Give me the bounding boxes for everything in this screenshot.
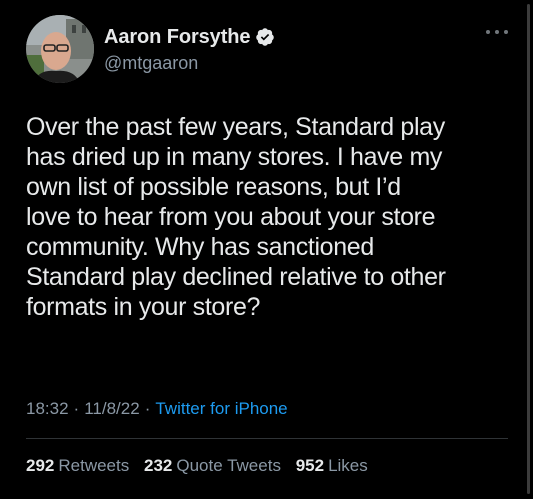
tweet-time[interactable]: 18:32 — [26, 399, 69, 418]
quote-tweets-stat[interactable]: 232 Quote Tweets — [144, 456, 281, 475]
meta-separator: · — [73, 399, 80, 418]
quote-tweets-count: 232 — [143, 456, 173, 475]
likes-count: 952 — [295, 456, 325, 475]
avatar[interactable] — [26, 15, 94, 83]
tweet-date[interactable]: 11/8/22 — [84, 399, 139, 418]
quote-tweets-label: Quote Tweets — [176, 456, 281, 475]
meta-separator: · — [144, 399, 151, 418]
scrollbar[interactable] — [527, 4, 530, 494]
display-name[interactable]: Aaron Forsythe — [104, 26, 251, 49]
tweet-detail: Aaron Forsythe @mtgaaron Over the past f… — [0, 0, 533, 499]
tweet-meta: 18:32 · 11/8/22 · Twitter for iPhone — [26, 399, 288, 419]
tweet-source-link[interactable]: Twitter for iPhone — [155, 399, 287, 418]
more-options-icon[interactable] — [486, 24, 508, 40]
user-handle[interactable]: @mtgaaron — [104, 53, 275, 74]
engagement-stats: 292 Retweets 232 Quote Tweets 952 Likes — [26, 456, 378, 476]
user-info: Aaron Forsythe @mtgaaron — [104, 24, 275, 74]
verified-badge-icon — [255, 27, 275, 47]
likes-stat[interactable]: 952 Likes — [296, 456, 368, 475]
retweets-stat[interactable]: 292 Retweets — [26, 456, 129, 475]
likes-label: Likes — [328, 456, 368, 475]
divider — [26, 438, 508, 439]
tweet-text: Over the past few years, Standard play h… — [26, 113, 446, 321]
retweets-count: 292 — [26, 456, 55, 475]
avatar-photo — [26, 15, 94, 83]
retweets-label: Retweets — [58, 456, 130, 475]
name-row: Aaron Forsythe — [104, 24, 275, 50]
